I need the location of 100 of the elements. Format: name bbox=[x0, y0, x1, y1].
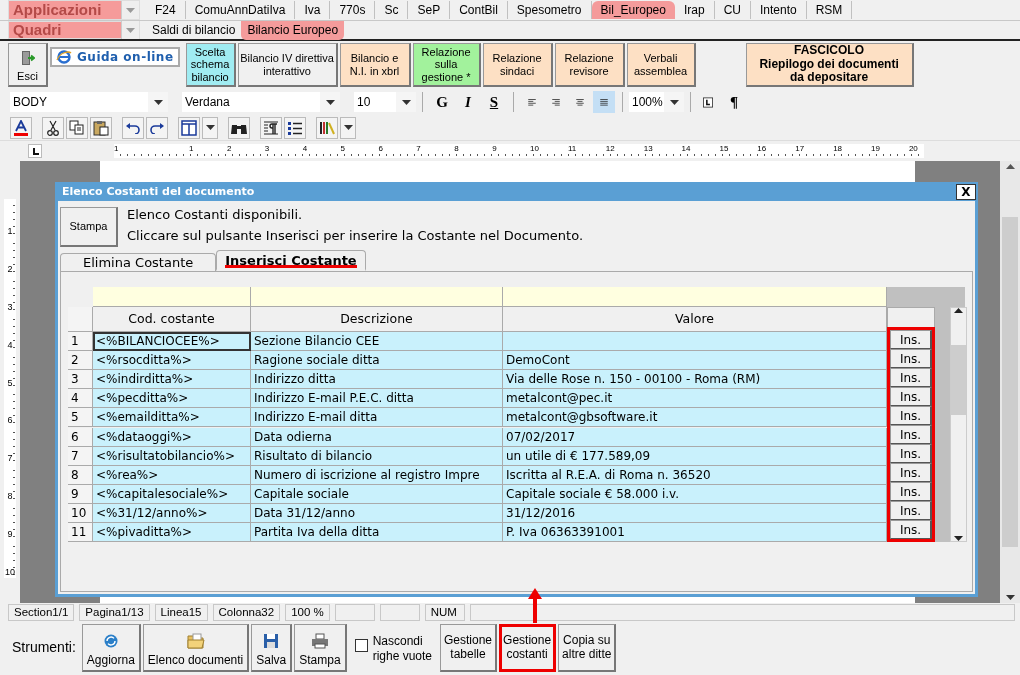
dialog-tab[interactable]: Elimina Costante bbox=[60, 253, 217, 271]
toolbar-button[interactable] bbox=[10, 116, 32, 139]
caret-icon bbox=[401, 99, 411, 105]
dropdown-button[interactable] bbox=[202, 116, 218, 139]
close-button[interactable]: X bbox=[956, 183, 976, 200]
table-cell[interactable]: <%BILANCIOCEE%> bbox=[93, 332, 251, 352]
online-help-button[interactable]: Guida on-line bbox=[50, 47, 180, 67]
app-tab[interactable]: F24 bbox=[146, 1, 186, 19]
font-size-dropdown[interactable]: 10 bbox=[354, 92, 416, 112]
print-button[interactable]: Stampa bbox=[60, 207, 118, 247]
insert-button[interactable]: Ins. bbox=[890, 444, 932, 463]
align-justify-button[interactable] bbox=[593, 91, 615, 113]
text-style-button[interactable]: S bbox=[483, 91, 505, 113]
tool-button[interactable]: Stampa bbox=[294, 623, 347, 672]
insert-button[interactable]: Ins. bbox=[890, 463, 932, 482]
scrollbar[interactable] bbox=[950, 307, 967, 542]
tab-stop-button[interactable] bbox=[28, 144, 42, 158]
toolbar-button[interactable] bbox=[260, 116, 282, 139]
app-tab[interactable]: ComuAnnDatiIva bbox=[185, 1, 296, 19]
exit-button[interactable]: Esci bbox=[8, 43, 48, 87]
insert-button[interactable]: Ins. bbox=[890, 368, 932, 387]
ribbon-button[interactable]: Scelta schema bilancio bbox=[185, 43, 236, 87]
table-cell[interactable]: <%rsocditta%> bbox=[93, 351, 251, 371]
tool-button[interactable]: Elenco documenti bbox=[142, 623, 250, 672]
table-cell[interactable]: <%pecditta%> bbox=[93, 389, 251, 409]
table-cell[interactable]: <%indirditta%> bbox=[93, 370, 251, 390]
toolbar-button[interactable] bbox=[316, 116, 338, 139]
ruler-number: 8 bbox=[454, 144, 460, 155]
ribbon-button[interactable]: Bilancio IV direttiva interattivo bbox=[237, 43, 338, 87]
scroll-thumb[interactable] bbox=[951, 344, 966, 415]
insert-button[interactable]: Ins. bbox=[890, 520, 932, 539]
dropdown-button[interactable] bbox=[340, 116, 356, 139]
toolbar-button[interactable] bbox=[228, 116, 250, 139]
font-dropdown[interactable]: Verdana bbox=[182, 92, 340, 112]
app-tab[interactable]: SeP bbox=[408, 1, 451, 19]
insert-button[interactable]: Ins. bbox=[890, 501, 932, 520]
insert-button[interactable]: Ins. bbox=[890, 425, 932, 444]
ribbon-button[interactable]: Bilancio e N.I. in xbrl bbox=[339, 43, 411, 87]
ruler-number: 5 bbox=[340, 144, 346, 155]
ruler-number: 6 bbox=[4, 388, 16, 427]
app-tab[interactable]: Sc bbox=[375, 1, 409, 19]
checkbox-label[interactable]: Nascondi righe vuote bbox=[372, 634, 432, 663]
dossier-button[interactable]: FASCICOLO Riepilogo dei documenti da depositare bbox=[745, 43, 914, 87]
status-panel bbox=[379, 604, 420, 621]
books-icon bbox=[319, 120, 335, 135]
ribbon-button[interactable]: Relazione revisore bbox=[554, 43, 625, 87]
insert-button[interactable]: Ins. bbox=[890, 349, 932, 368]
app-tab[interactable]: Bil_Europeo bbox=[591, 1, 675, 19]
toolbar-button[interactable] bbox=[42, 116, 64, 139]
app-tab[interactable]: Spesometro bbox=[507, 1, 592, 19]
ribbon-button[interactable]: Verbali assemblea bbox=[626, 43, 696, 87]
app-tab[interactable]: Iva bbox=[295, 1, 331, 19]
section-tab[interactable]: Saldi di bilancio bbox=[146, 21, 242, 40]
tool-button[interactable]: Aggiorna bbox=[81, 623, 141, 672]
column-header: Valore bbox=[503, 307, 887, 333]
text-style-button[interactable]: G bbox=[431, 91, 453, 113]
filter-row-cell[interactable] bbox=[503, 287, 887, 307]
ruler-number: 5 bbox=[4, 350, 16, 389]
text-style-button[interactable]: I bbox=[457, 91, 479, 113]
toolbar-button[interactable] bbox=[66, 116, 88, 139]
insert-button[interactable]: Ins. bbox=[890, 482, 932, 501]
app-tab[interactable]: Irap bbox=[674, 1, 715, 19]
zoom-dropdown[interactable]: 100% bbox=[629, 92, 684, 112]
caret-icon bbox=[153, 99, 163, 105]
toolbar-button[interactable] bbox=[90, 116, 112, 139]
scroll-thumb[interactable] bbox=[1002, 217, 1018, 547]
instruction-text: Cliccare sul pulsante Inserisci per inserire la Costante nel Documento. bbox=[127, 227, 583, 245]
toolbar-button[interactable] bbox=[146, 116, 168, 139]
table-cell: DemoCont bbox=[503, 351, 887, 371]
scrollbar[interactable] bbox=[1000, 161, 1020, 603]
pilcrow-button[interactable]: ¶ bbox=[723, 91, 745, 113]
ribbon-button[interactable]: Relazione sindaci bbox=[482, 43, 553, 87]
caret-icon bbox=[126, 27, 135, 33]
tool-button[interactable]: Gestione costanti bbox=[499, 623, 557, 672]
app-tab[interactable]: Intento bbox=[750, 1, 807, 19]
insert-button[interactable]: Ins. bbox=[890, 406, 932, 425]
tool-button[interactable]: Gestione tabelle bbox=[440, 623, 498, 672]
app-tab[interactable]: ContBil bbox=[450, 1, 508, 19]
style-dropdown[interactable]: BODY bbox=[10, 92, 168, 112]
tool-button[interactable]: Copia su altre ditte bbox=[558, 623, 617, 672]
dialog-tab[interactable]: Inserisci Costante bbox=[216, 250, 366, 271]
insert-button[interactable]: Ins. bbox=[890, 387, 932, 406]
tab-stop-icon bbox=[30, 146, 40, 156]
caret-icon bbox=[343, 125, 353, 130]
toolbar-button[interactable] bbox=[178, 116, 200, 139]
table-cell[interactable]: <%emailditta%> bbox=[93, 408, 251, 428]
app-tab[interactable]: 770s bbox=[330, 1, 376, 19]
ribbon-button[interactable]: Relazione sulla gestione * bbox=[412, 43, 481, 87]
insert-button[interactable]: Ins. bbox=[890, 330, 932, 349]
section-tab[interactable]: Bilancio Europeo bbox=[241, 21, 345, 40]
tool-button[interactable]: Salva bbox=[251, 623, 293, 672]
checkbox[interactable] bbox=[354, 639, 368, 653]
app-tab[interactable]: RSM bbox=[806, 1, 853, 19]
filter-row-cell[interactable] bbox=[93, 287, 251, 307]
toolbar-button[interactable] bbox=[284, 116, 306, 139]
folder-icon bbox=[186, 633, 205, 650]
app-tab[interactable]: CU bbox=[714, 1, 751, 19]
filter-row-cell[interactable] bbox=[251, 287, 503, 307]
table-cell[interactable]: <%dataoggi%> bbox=[93, 427, 251, 447]
toolbar-button[interactable] bbox=[122, 116, 144, 139]
